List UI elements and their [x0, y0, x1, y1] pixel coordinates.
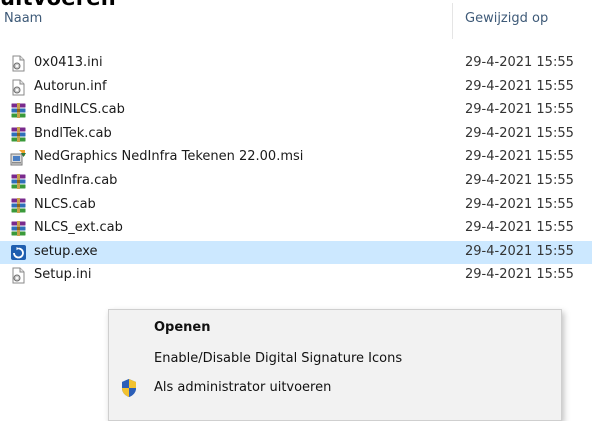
file-row[interactable]: NedGraphics NedInfra Tekenen 22.00.msi 29… — [0, 146, 592, 170]
file-modified-date: 29-4-2021 15:55 — [465, 243, 574, 259]
file-modified-date: 29-4-2021 15:55 — [465, 149, 574, 165]
menu-item-open[interactable]: Openen — [109, 313, 559, 343]
column-header: Naam Gewijzigd op — [0, 0, 592, 40]
file-modified-date: 29-4-2021 15:55 — [465, 125, 574, 141]
file-modified-date: 29-4-2021 15:55 — [465, 78, 574, 94]
file-row[interactable]: NedInfra.cab 29-4-2021 15:55 — [0, 170, 592, 194]
file-name: Autorun.inf — [34, 78, 107, 94]
file-row[interactable]: NLCS_ext.cab 29-4-2021 15:55 — [0, 217, 592, 241]
uac-shield-icon — [122, 379, 136, 397]
menu-item-label: Enable/Disable Digital Signature Icons — [154, 351, 403, 366]
file-row[interactable]: BndlNLCS.cab 29-4-2021 15:55 — [0, 99, 592, 123]
file-name: 0x0413.ini — [34, 55, 103, 70]
column-header-modified[interactable]: Gewijzigd op — [465, 11, 548, 26]
column-separator[interactable] — [452, 3, 453, 39]
archive-icon — [10, 197, 27, 214]
menu-item-label: Als administrator uitvoeren — [154, 380, 332, 395]
file-name: NedGraphics NedInfra Tekenen 22.00.msi — [34, 149, 304, 165]
file-name: NLCS.cab — [34, 196, 96, 212]
archive-icon — [10, 126, 27, 143]
file-modified-date: 29-4-2021 15:55 — [465, 102, 574, 118]
menu-item-toggle-signature-icons[interactable]: Enable/Disable Digital Signature Icons — [109, 344, 559, 374]
menu-item-run-as-administrator[interactable]: Als administrator uitvoeren — [109, 373, 559, 403]
installer-icon — [10, 149, 27, 166]
context-menu: Openen Enable/Disable Digital Signature … — [108, 309, 562, 421]
file-name: BndlNLCS.cab — [34, 102, 125, 118]
file-modified-date: 29-4-2021 15:55 — [465, 220, 574, 236]
file-row[interactable]: setup.exe 29-4-2021 15:55 — [0, 240, 592, 265]
file-name: BndlTek.cab — [34, 125, 112, 141]
file-name: NedInfra.cab — [34, 172, 118, 188]
file-row[interactable]: NLCS.cab 29-4-2021 15:55 — [0, 194, 592, 218]
file-list: 0x0413.ini 29-4-2021 15:55 Autorun.inf 29-4… — [0, 52, 592, 288]
setup-exe-icon — [10, 244, 27, 261]
settings-file-icon — [10, 55, 27, 72]
settings-file-icon — [10, 267, 27, 284]
file-row[interactable]: Setup.ini 29-4-2021 15:55 — [0, 264, 592, 288]
file-modified-date: 29-4-2021 15:55 — [465, 196, 574, 212]
column-header-name[interactable]: Naam — [4, 11, 42, 26]
file-row[interactable]: 0x0413.ini 29-4-2021 15:55 — [0, 52, 592, 76]
file-modified-date: 29-4-2021 15:55 — [465, 55, 574, 70]
file-row[interactable]: BndlTek.cab 29-4-2021 15:55 — [0, 123, 592, 147]
archive-icon — [10, 173, 27, 190]
file-name: NLCS_ext.cab — [34, 220, 123, 236]
archive-icon — [10, 220, 27, 237]
file-row[interactable]: Autorun.inf 29-4-2021 15:55 — [0, 76, 592, 100]
archive-icon — [10, 102, 27, 119]
menu-item-label: Openen — [154, 320, 211, 335]
file-name: setup.exe — [34, 243, 98, 259]
file-modified-date: 29-4-2021 15:55 — [465, 267, 574, 283]
settings-file-icon — [10, 79, 27, 96]
file-name: Setup.ini — [34, 267, 92, 283]
file-modified-date: 29-4-2021 15:55 — [465, 172, 574, 188]
